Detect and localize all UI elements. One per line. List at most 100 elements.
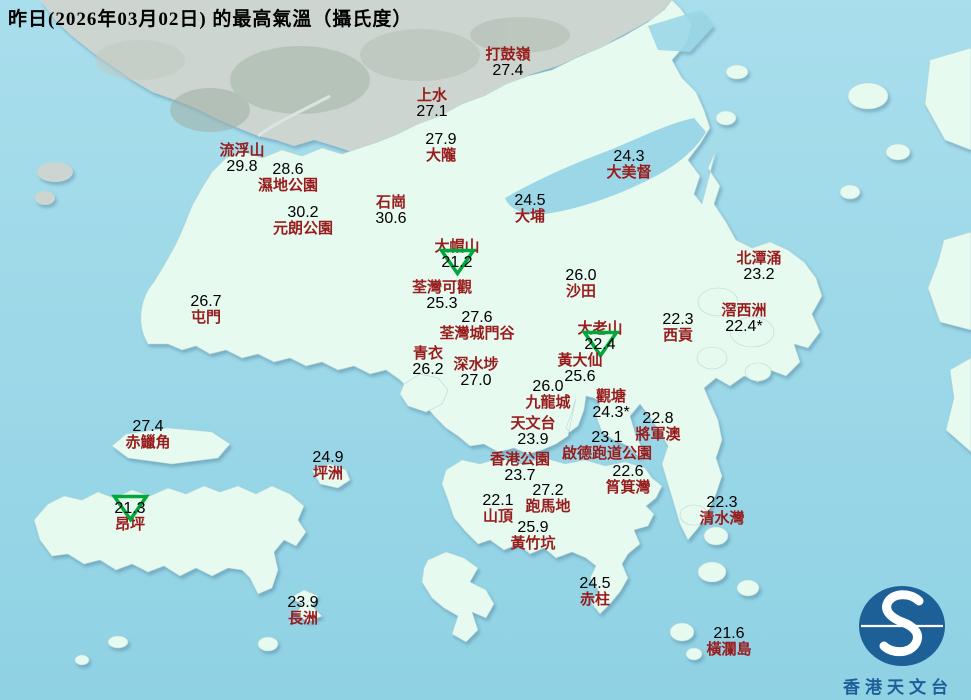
station-label: 26.0 沙田 — [565, 267, 597, 301]
station-label: 上水 27.1 — [416, 88, 447, 120]
station-label: 23.9 長洲 — [287, 595, 319, 628]
station-value: 26.0 — [565, 267, 597, 284]
map-title: 昨日(2026年03月02日) 的最高氣溫（攝氏度） — [8, 9, 413, 30]
tung-lung-island — [697, 561, 727, 583]
island — [885, 143, 911, 161]
island — [107, 635, 129, 649]
island — [744, 362, 772, 382]
station-label: 大帽山 21.2 — [434, 239, 480, 277]
station-value: 26.0 — [532, 378, 564, 395]
station-name: 赤柱 — [579, 592, 611, 608]
station-name: 大埔 — [514, 209, 546, 225]
station-value: 26.2 — [412, 361, 444, 378]
station-value: 22.3 — [662, 311, 694, 328]
station-label: 30.2 元朗公園 — [272, 204, 334, 238]
station-name: 香港公園 — [489, 452, 551, 468]
station-label: 22.6 筲箕灣 — [605, 463, 650, 497]
station-label: 滘西洲 22.4* — [721, 303, 766, 335]
station-name: 啟德跑道公園 — [561, 446, 653, 462]
station-value: 27.1 — [416, 103, 448, 120]
station-label: 石崗 30.6 — [375, 195, 406, 227]
island — [257, 636, 279, 652]
station-value: 23.2 — [743, 266, 775, 283]
station-label: 22.3 西貢 — [662, 311, 694, 345]
station-value: 29.8 — [226, 158, 258, 175]
station-label: 21.3 昂坪 — [110, 494, 149, 533]
station-value: 27.9 — [425, 131, 457, 148]
station-value: 30.6 — [375, 210, 407, 227]
station-label: 27.9 大隴 — [425, 131, 457, 165]
station-value: 24.3* — [592, 404, 630, 421]
station-value: 22.8 — [642, 410, 674, 427]
station-value: 23.7 — [504, 467, 536, 484]
station-name: 石崗 — [375, 195, 407, 211]
po-toi-island — [669, 622, 695, 642]
station-name: 九龍城 — [525, 395, 571, 411]
hko-logo: 香港天文台 HONG KONG OBSERVATORY — [828, 580, 971, 700]
station-name: 西貢 — [662, 328, 694, 344]
station-value: 30.2 — [287, 204, 319, 221]
station-name: 大隴 — [425, 148, 457, 164]
station-value: 27.6 — [461, 309, 493, 326]
station-name: 長洲 — [287, 611, 319, 627]
station-value: 28.6 — [272, 161, 304, 178]
station-name: 黃竹坑 — [510, 536, 556, 552]
station-label: 24.5 大埔 — [514, 192, 546, 226]
island — [703, 526, 729, 546]
station-name: 天文台 — [510, 416, 556, 432]
station-value: 27.4 — [492, 62, 524, 79]
station-label: 26.0 九龍城 — [525, 378, 571, 412]
station-name: 觀塘 — [595, 389, 626, 405]
station-name: 黃大仙 — [557, 353, 603, 369]
station-value: 24.3 — [613, 148, 645, 165]
station-value: 27.2 — [532, 482, 564, 499]
station-label: 23.1 啟德跑道公園 — [561, 430, 653, 463]
station-value: 24.9 — [312, 449, 344, 466]
station-label: 25.9 黃竹坑 — [510, 520, 556, 553]
station-label: 青衣 26.2 — [412, 346, 443, 378]
station-label: 北潭涌 23.2 — [736, 251, 781, 283]
station-name: 山頂 — [482, 509, 514, 525]
station-name: 大美督 — [606, 165, 652, 181]
station-label: 大老山 22.4 — [577, 321, 623, 359]
station-label: 22.3 清水灣 — [699, 494, 745, 528]
station-label: 27.4 赤鱲角 — [125, 418, 171, 452]
island — [74, 654, 90, 666]
island — [696, 346, 728, 370]
station-value: 22.4 — [580, 330, 619, 359]
station-name: 跑馬地 — [525, 499, 571, 515]
station-name: 青衣 — [412, 346, 444, 362]
station-label: 24.5 赤柱 — [579, 576, 611, 609]
station-label: 深水埗 27.0 — [453, 357, 498, 389]
station-name: 濕地公園 — [257, 178, 319, 194]
hong-kong-map — [0, 0, 971, 700]
station-value: 21.2 — [437, 248, 476, 277]
station-value: 22.6 — [612, 463, 644, 480]
station-label: 26.7 屯門 — [190, 293, 222, 327]
station-value: 26.7 — [190, 293, 222, 310]
station-value: 27.4 — [132, 418, 164, 435]
station-name: 滘西洲 — [721, 303, 767, 319]
island — [839, 184, 861, 200]
station-name: 流浮山 — [219, 143, 265, 159]
station-name: 打鼓嶺 — [485, 47, 531, 63]
island — [685, 647, 703, 661]
station-name: 沙田 — [565, 284, 597, 300]
station-name: 元朗公園 — [272, 221, 334, 237]
station-label: 28.6 濕地公園 — [257, 161, 319, 195]
station-name: 屯門 — [190, 310, 222, 326]
station-value: 24.5 — [514, 192, 546, 209]
station-name: 赤鱲角 — [125, 435, 171, 451]
station-value: 22.1 — [482, 492, 514, 509]
station-label: 21.6 橫瀾島 — [706, 625, 752, 659]
station-name: 橫瀾島 — [706, 642, 752, 658]
station-value: 23.9 — [517, 431, 549, 448]
station-name: 清水灣 — [699, 511, 745, 527]
station-label: 香港公園 23.7 — [490, 452, 550, 484]
station-name: 坪洲 — [312, 466, 344, 482]
station-value: 22.3 — [706, 494, 738, 511]
station-value: 21.3 — [110, 494, 149, 523]
island — [736, 579, 760, 597]
hko-logo-emblem — [859, 586, 945, 666]
station-value: 21.6 — [713, 625, 745, 642]
